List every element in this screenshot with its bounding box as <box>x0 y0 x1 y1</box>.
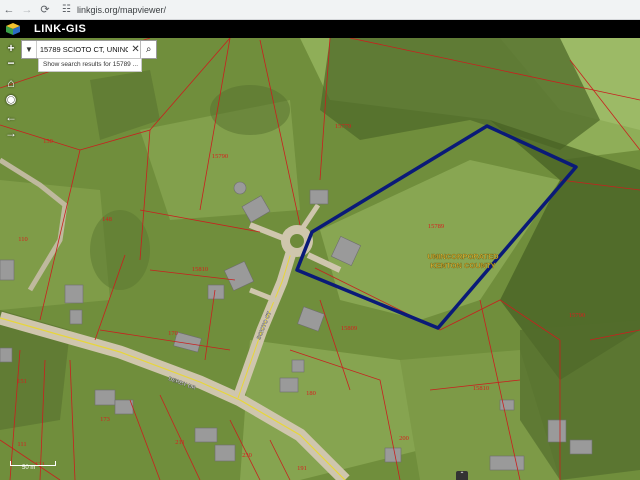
scale-text: 50 m <box>22 465 36 471</box>
parcel-label: 173 <box>100 416 110 423</box>
home-icon[interactable]: ⌂ <box>4 76 18 90</box>
forward-icon[interactable]: → <box>18 0 36 19</box>
region-label-line2: KENTON COUNTY <box>430 261 495 270</box>
zoom-out-button[interactable]: − <box>4 56 18 70</box>
search-source-dropdown[interactable]: ▼ <box>22 41 37 58</box>
parcel-label: 230 <box>242 452 252 459</box>
basemap-icon[interactable]: ◉ <box>4 92 18 106</box>
search-button[interactable]: ⌕ <box>140 41 156 58</box>
parcel-label: 180 <box>306 390 316 397</box>
map-canvas[interactable]: 15779 15790 15789 15810 15809 15790 1581… <box>0 38 640 480</box>
logo-icon <box>6 23 20 35</box>
parcel-label: 200 <box>399 435 409 442</box>
site-info-icon[interactable]: ☷ <box>62 4 71 15</box>
search-input[interactable] <box>36 42 131 57</box>
parcel-label: 150 <box>43 138 53 145</box>
parcel-label: 15809 <box>341 325 357 332</box>
parcel-label: 15790 <box>569 312 585 319</box>
app-title: LINK-GIS <box>34 23 87 35</box>
parcel-label: 111 <box>17 441 26 448</box>
address-bar[interactable]: ☷ linkgis.org/mapviewer/ <box>62 4 166 15</box>
parcel-label: 191 <box>297 465 307 472</box>
parcel-label: 15810 <box>473 385 489 392</box>
next-extent-icon[interactable]: → <box>4 126 18 140</box>
back-icon[interactable]: ← <box>0 0 18 19</box>
clear-search-icon[interactable]: ✕ <box>131 44 141 55</box>
parcel-label: 211 <box>175 439 185 446</box>
browser-toolbar: ← → ⟳ ☷ linkgis.org/mapviewer/ <box>0 0 640 20</box>
parcel-label: 15789 <box>428 223 444 230</box>
parcel-label: 15779 <box>335 123 351 130</box>
search-suggestion[interactable]: Show search results for 15789 ... <box>38 58 142 72</box>
reload-icon[interactable]: ⟳ <box>36 0 54 19</box>
parcel-label: 151 <box>17 378 27 385</box>
url-text: linkgis.org/mapviewer/ <box>76 4 167 15</box>
parcel-label: 15810 <box>192 266 208 273</box>
zoom-in-button[interactable]: + <box>4 41 18 55</box>
parcel-label: 110 <box>18 236 28 243</box>
attribution-toggle[interactable]: ⌃ <box>456 471 468 480</box>
region-label-line1: UNINCORPORATED <box>427 252 499 261</box>
previous-extent-icon[interactable]: ← <box>4 110 18 124</box>
app-header: LINK-GIS <box>0 20 640 38</box>
parcel-label: 148 <box>102 216 112 223</box>
parcel-label: 170 <box>168 330 178 337</box>
parcel-label: 15790 <box>212 153 228 160</box>
search-box: ▼ ✕ ⌕ <box>21 40 157 59</box>
